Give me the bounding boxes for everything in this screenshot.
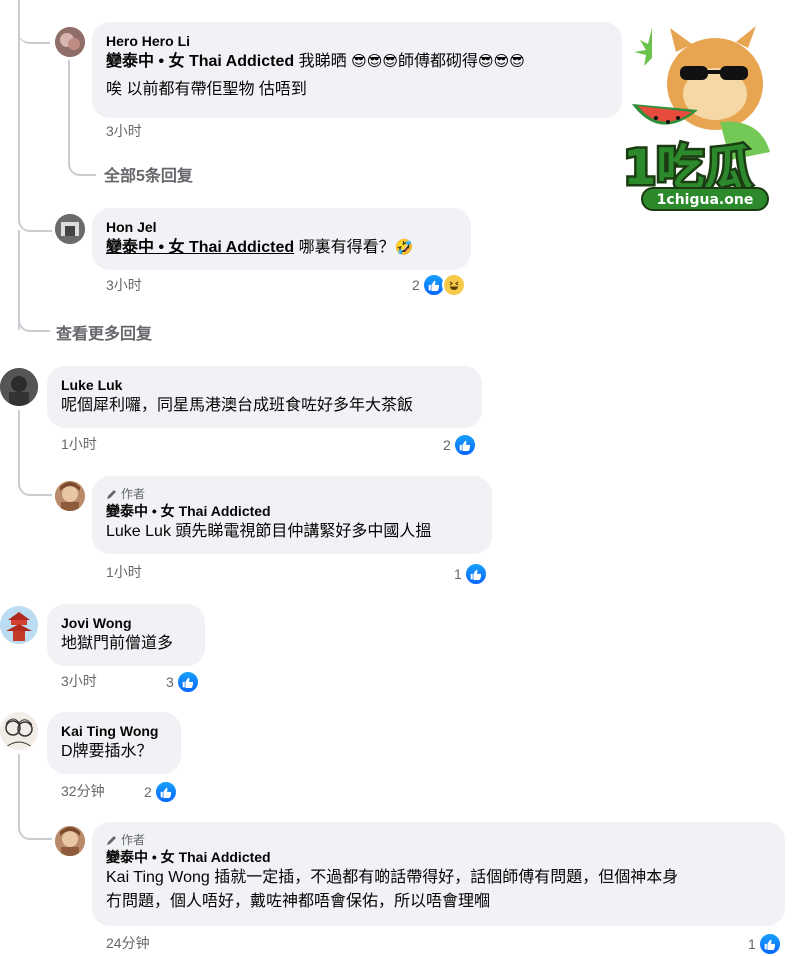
- like-icon: [463, 562, 488, 586]
- thread-line: [18, 410, 20, 470]
- comment-text-line: 冇問題，個人唔好，戴咗神都唔會保佑，所以唔會理嗰: [106, 893, 491, 910]
- comment-text-part: 插就一定插，不過都有啲話帶得好，話個師傅有問題，但個神本身: [214, 869, 679, 886]
- thread-connector: [68, 150, 96, 176]
- comment-bubble: Hon Jel 變泰中 • 女 Thai Addicted 哪裏有得看？🤣: [92, 208, 471, 270]
- mention-link[interactable]: 變泰中 • 女 Thai Addicted: [106, 53, 294, 70]
- mention-link[interactable]: Luke Luk: [106, 523, 171, 540]
- comment-author[interactable]: Jovi Wong: [61, 614, 191, 632]
- reaction-summary[interactable]: 2: [412, 273, 466, 297]
- mention-text[interactable]: 變泰中 • 女 Thai Addicted: [106, 239, 294, 256]
- logo-subtext: 1chigua.one: [657, 192, 754, 208]
- comment-bubble: Kai Ting Wong D牌要插水？: [47, 712, 181, 774]
- avatar[interactable]: [0, 606, 38, 644]
- comment-text-part: 頭先睇電視節目仲講緊好多中國人搵: [175, 523, 432, 540]
- author-badge: 作者: [106, 486, 478, 502]
- avatar-image: [55, 481, 85, 511]
- thread-connector: [18, 190, 52, 232]
- comment-author[interactable]: 變泰中 • 女 Thai Addicted: [106, 848, 771, 866]
- comment-author[interactable]: Hero Hero Li: [106, 32, 608, 50]
- avatar[interactable]: [0, 368, 38, 406]
- comment-text-part: 哪裏有得看？: [298, 239, 395, 256]
- comment-text: D牌要插水？: [61, 743, 153, 760]
- comment-time[interactable]: 1小时: [61, 434, 97, 454]
- comment-bubble: Hero Hero Li 變泰中 • 女 Thai Addicted 我睇晒 😎…: [92, 22, 622, 118]
- comment-text: 變泰中 • 女 Thai Addicted 哪裏有得看？🤣: [106, 236, 457, 260]
- pencil-icon: [107, 836, 116, 845]
- sunglasses-emoji: 😎😎😎: [351, 53, 398, 70]
- comment-bubble: Luke Luk 呢個犀利囉，同星馬港澳台成班食咗好多年大茶飯: [47, 366, 482, 428]
- comment-time[interactable]: 24分钟: [106, 933, 150, 953]
- author-badge-label: 作者: [121, 487, 146, 501]
- thread-line: [68, 60, 70, 160]
- watermark-logo: 1吃瓜 1chigua.one: [620, 22, 790, 218]
- like-icon: [452, 433, 477, 457]
- reaction-count: 3: [166, 674, 174, 690]
- avatar[interactable]: [55, 214, 85, 244]
- comment-text-line: 唉 以前都有帶佢聖物 估唔到: [106, 81, 307, 98]
- reaction-summary[interactable]: 2: [144, 780, 178, 804]
- reaction-summary[interactable]: 1: [454, 562, 488, 586]
- reaction-count: 1: [748, 936, 756, 952]
- comment-author[interactable]: Hon Jel: [106, 218, 457, 236]
- comment-text: Kai Ting Wong 插就一定插，不過都有啲話帶得好，話個師傅有問題，但個…: [106, 866, 771, 890]
- avatar-image: [0, 368, 38, 406]
- thread-connector: [18, 300, 50, 332]
- reaction-count: 2: [144, 784, 152, 800]
- comment-bubble: 作者 變泰中 • 女 Thai Addicted Kai Ting Wong 插…: [92, 822, 785, 926]
- reaction-count: 2: [412, 277, 420, 293]
- hamster-mascot-icon: 1吃瓜 1chigua.one: [621, 26, 770, 211]
- comment-text: 地獄門前僧道多: [61, 635, 174, 652]
- comment-text: 變泰中 • 女 Thai Addicted 我睇晒 😎😎😎師傅都砌得😎😎😎: [106, 50, 608, 74]
- mention-link[interactable]: Kai Ting Wong: [106, 869, 210, 886]
- thread-connector: [18, 20, 50, 44]
- pencil-icon: [107, 490, 116, 499]
- sunglasses-emoji: 😎😎😎: [478, 53, 525, 70]
- comment-text-part: 師傅都砌得: [397, 53, 478, 70]
- avatar[interactable]: [55, 826, 85, 856]
- avatar-image: [0, 606, 38, 644]
- thread-connector: [18, 814, 52, 840]
- reaction-summary[interactable]: 3: [166, 670, 200, 694]
- reaction-summary[interactable]: 2: [443, 433, 477, 457]
- like-icon: [757, 932, 782, 956]
- avatar[interactable]: [55, 27, 85, 57]
- comment-time[interactable]: 3小时: [106, 275, 142, 295]
- comment-time[interactable]: 3小时: [106, 121, 142, 141]
- author-badge-label: 作者: [121, 833, 146, 847]
- comment-text: 呢個犀利囉，同星馬港澳台成班食咗好多年大茶飯: [61, 397, 414, 414]
- comment-author[interactable]: Kai Ting Wong: [61, 722, 167, 740]
- reaction-summary[interactable]: 1: [748, 932, 782, 956]
- mention-link[interactable]: 變泰中 • 女 Thai Addicted: [106, 239, 294, 256]
- comment-time[interactable]: 3小时: [61, 671, 97, 691]
- like-icon: [175, 670, 200, 694]
- like-icon: [153, 780, 178, 804]
- avatar-image: [55, 27, 85, 57]
- comment-author[interactable]: 變泰中 • 女 Thai Addicted: [106, 502, 478, 520]
- comment-text: Luke Luk 頭先睇電視節目仲講緊好多中國人搵: [106, 520, 478, 544]
- comment-text-part: 我睇晒: [298, 53, 347, 70]
- haha-icon: [441, 273, 466, 297]
- view-all-replies-button[interactable]: 全部5条回复: [104, 162, 193, 186]
- avatar[interactable]: [55, 481, 85, 511]
- reaction-count: 2: [443, 437, 451, 453]
- comment-time[interactable]: 1小时: [106, 562, 142, 582]
- comment-bubble: Jovi Wong 地獄門前僧道多: [47, 604, 205, 666]
- avatar[interactable]: [0, 712, 38, 750]
- laughing-emoji: 🤣: [394, 239, 414, 256]
- comment-bubble: 作者 變泰中 • 女 Thai Addicted Luke Luk 頭先睇電視節…: [92, 476, 492, 554]
- avatar-image: [55, 826, 85, 856]
- reaction-count: 1: [454, 566, 462, 582]
- thread-line: [18, 754, 20, 814]
- comment-author[interactable]: Luke Luk: [61, 376, 468, 394]
- thread-connector: [18, 470, 52, 496]
- author-badge: 作者: [106, 832, 771, 848]
- view-more-replies-button[interactable]: 查看更多回复: [56, 320, 152, 344]
- avatar-image: [55, 214, 85, 244]
- comment-time[interactable]: 32分钟: [61, 781, 105, 801]
- avatar-image: [0, 712, 38, 750]
